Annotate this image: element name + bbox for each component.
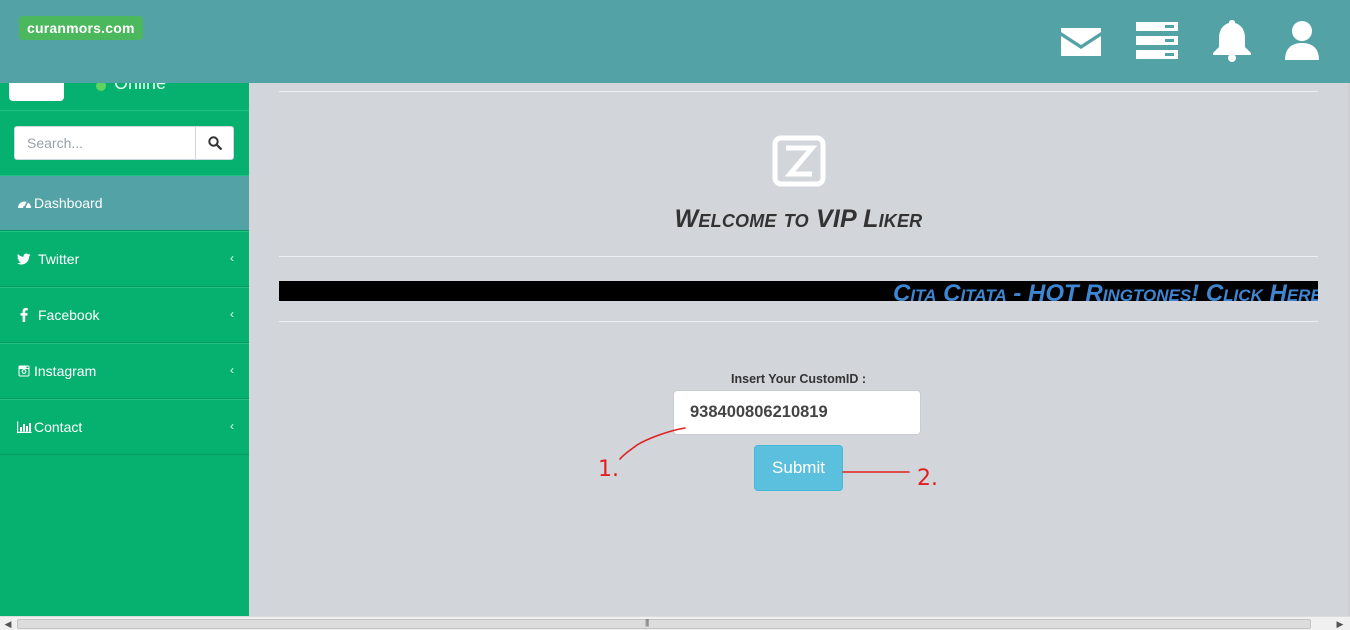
sidebar-item-label: Instagram	[34, 363, 97, 379]
scrollbar-grip-icon: |||	[645, 618, 649, 627]
online-status-icon	[96, 83, 106, 91]
scroll-right-icon[interactable]: ▶	[1332, 617, 1348, 630]
user-panel: Online	[0, 83, 249, 111]
twitter-icon	[16, 252, 32, 266]
annotation-label-2: 2.	[917, 466, 938, 491]
sidebar-item-dashboard[interactable]: Dashboard	[0, 175, 249, 231]
horizontal-scrollbar[interactable]: ◀ ||| ▶	[0, 616, 1350, 630]
sidebar-item-label: Contact	[34, 419, 83, 435]
sidebar-item-facebook[interactable]: Facebook ‹	[0, 287, 249, 343]
search-icon	[207, 136, 222, 150]
chevron-left-icon: ‹	[230, 307, 234, 321]
divider	[279, 256, 1318, 257]
instagram-icon	[16, 364, 32, 378]
customid-label: Insert Your CustomID :	[731, 372, 866, 386]
main-content: Welcome to VIP Liker Cita Citata - HOT R…	[249, 83, 1348, 616]
annotation-label-1: 1.	[598, 457, 619, 482]
marquee-link[interactable]: Cita Citata - HOT Ringtones! Click Here	[893, 282, 1318, 306]
chevron-left-icon: ‹	[230, 419, 234, 433]
customid-input[interactable]	[673, 390, 921, 435]
sidebar-item-label: Twitter	[38, 251, 80, 267]
bell-icon[interactable]	[1210, 20, 1254, 62]
scrollbar-thumb[interactable]	[17, 619, 1311, 629]
server-icon[interactable]	[1135, 20, 1179, 62]
sidebar-menu: Dashboard Twitter ‹ Facebook ‹ Instagram…	[0, 175, 249, 455]
dashboard-icon	[16, 196, 32, 210]
divider	[279, 91, 1318, 92]
search-input[interactable]	[15, 127, 196, 159]
sidebar-item-label: Facebook	[38, 307, 100, 323]
brand-logo[interactable]: curanmors.com	[19, 16, 143, 40]
facebook-icon	[16, 308, 32, 322]
chevron-left-icon: ‹	[230, 363, 234, 377]
user-icon[interactable]	[1282, 20, 1326, 62]
bar-chart-icon	[16, 420, 32, 434]
search-button[interactable]	[195, 127, 233, 159]
online-status-label: Online	[114, 83, 167, 93]
chevron-left-icon: ‹	[230, 251, 234, 265]
sidebar-item-label: Dashboard	[34, 195, 103, 211]
sidebar-item-contact[interactable]: Contact ‹	[0, 399, 249, 455]
submit-button[interactable]: Submit	[754, 445, 843, 491]
sidebar-search	[14, 126, 234, 160]
scroll-left-icon[interactable]: ◀	[0, 617, 16, 630]
envelope-icon[interactable]	[1059, 20, 1103, 62]
divider	[279, 321, 1318, 322]
avatar	[9, 83, 64, 101]
sidebar-item-instagram[interactable]: Instagram ‹	[0, 343, 249, 399]
news-marquee[interactable]: Cita Citata - HOT Ringtones! Click Here	[279, 281, 1318, 306]
sidebar-item-twitter[interactable]: Twitter ‹	[0, 231, 249, 287]
top-navbar: curanmors.com	[0, 0, 1350, 83]
page-title: Welcome to VIP Liker	[674, 205, 923, 233]
sidebar: Online Dashboard Twitter ‹ Facebook ‹	[0, 83, 249, 616]
site-logo-icon	[772, 135, 826, 187]
